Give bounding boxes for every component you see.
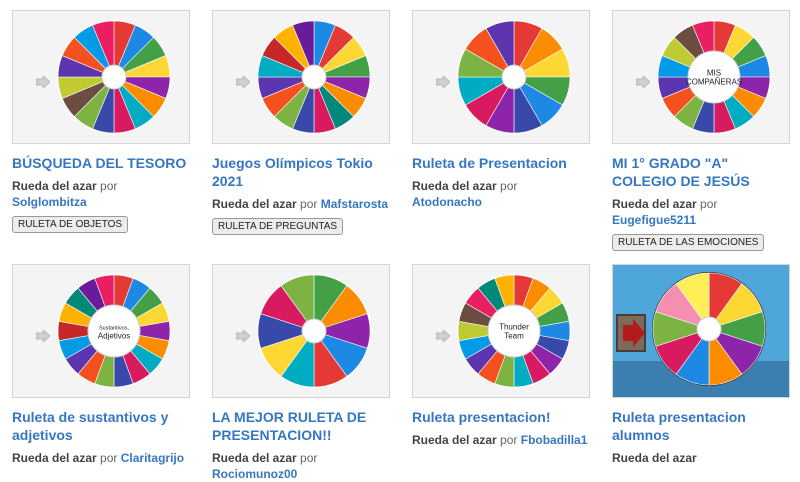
- activity-type: Rueda del azar: [212, 451, 297, 465]
- author-link[interactable]: Mafstarosta: [321, 197, 388, 211]
- wheel-hub: [301, 318, 327, 344]
- spin-wheel: [257, 20, 371, 134]
- wheel-center-label: Thunder: [499, 323, 529, 332]
- by-label: por: [100, 451, 118, 465]
- activity-type: Rueda del azar: [612, 451, 697, 465]
- card-meta: Rueda del azar por Rociomunoz00: [212, 450, 390, 482]
- wheel-card[interactable]: Juegos Olímpicos Tokio 2021 Rueda del az…: [212, 10, 390, 235]
- wheel-thumbnail[interactable]: [212, 264, 390, 398]
- by-label: por: [700, 197, 718, 211]
- wheel-thumbnail[interactable]: MIS COMPAÑERAS: [612, 10, 790, 144]
- wheel-card[interactable]: Sustantivos, Adjetivos Ruleta de sustanti…: [12, 264, 190, 466]
- category-tag[interactable]: RULETA DE PREGUNTAS: [212, 218, 344, 235]
- wheel-card[interactable]: MIS COMPAÑERAS MI 1° GRADO "A" COLEGIO DE…: [612, 10, 790, 251]
- spin-wheel: [457, 20, 571, 134]
- card-meta: Rueda del azar por Fbobadilla1: [412, 432, 590, 448]
- wheel-center-label: COMPAÑERAS: [686, 78, 742, 87]
- pointer-arrow-icon: [36, 330, 50, 342]
- card-meta: Rueda del azar por Mafstarosta: [212, 196, 390, 212]
- spin-wheel: Sustantivos,Adjetivos: [57, 274, 171, 388]
- wheel-thumbnail[interactable]: [212, 10, 390, 144]
- activity-type: Rueda del azar: [412, 433, 497, 447]
- card-title[interactable]: Ruleta presentacion alumnos: [612, 408, 790, 444]
- wheel-thumbnail[interactable]: Sustantivos, Adjetivos: [12, 264, 190, 398]
- author-link[interactable]: Eugefigue5211: [612, 213, 696, 227]
- wheel-center-label: Adjetivos: [98, 332, 130, 341]
- category-tag[interactable]: RULETA DE OBJETOS: [12, 216, 129, 233]
- activity-type: Rueda del azar: [12, 451, 97, 465]
- spin-wheel: [257, 274, 371, 388]
- card-title[interactable]: BÚSQUEDA DEL TESORO: [12, 154, 190, 172]
- activity-type: Rueda del azar: [212, 197, 297, 211]
- card-title[interactable]: Juegos Olímpicos Tokio 2021: [212, 154, 390, 190]
- card-meta: Rueda del azar por Atodonacho: [412, 178, 590, 210]
- wheel-card[interactable]: Ruleta de Presentacion Rueda del azar po…: [412, 10, 590, 210]
- card-meta: Rueda del azar por Eugefigue5211: [612, 196, 790, 228]
- pointer-arrow-icon: [236, 330, 250, 342]
- by-label: por: [500, 433, 518, 447]
- by-label: por: [100, 179, 118, 193]
- wheel-card[interactable]: Thunder Team Ruleta presentacion! Rueda d…: [412, 264, 590, 448]
- wheel-thumbnail[interactable]: [12, 10, 190, 144]
- card-title[interactable]: LA MEJOR RULETA DE PRESENTACION!!: [212, 408, 390, 444]
- activity-type: Rueda del azar: [412, 179, 497, 193]
- spin-wheel: ThunderTeam: [457, 274, 571, 388]
- wheel-hub: [501, 64, 527, 90]
- spin-wheel: [652, 272, 766, 386]
- by-label: por: [300, 197, 318, 211]
- pointer-arrow-icon: [436, 76, 450, 88]
- wheel-center-label: Team: [504, 332, 524, 341]
- spin-wheel: [57, 20, 171, 134]
- author-link[interactable]: Rociomunoz00: [212, 467, 297, 481]
- wheel-hub: [101, 64, 127, 90]
- activity-type: Rueda del azar: [612, 197, 697, 211]
- wheel-hub: [301, 64, 327, 90]
- wheel-card[interactable]: Ruleta presentacion alumnos Rueda del az…: [612, 264, 790, 466]
- pointer-arrow-icon: [236, 76, 250, 88]
- author-link[interactable]: Atodonacho: [412, 195, 482, 209]
- pointer-arrow-icon: [36, 76, 50, 88]
- card-title[interactable]: Ruleta de Presentacion: [412, 154, 590, 172]
- pointer-arrow-icon: [636, 76, 650, 88]
- author-link[interactable]: Fbobadilla1: [521, 433, 588, 447]
- card-meta: Rueda del azar por Solglombitza: [12, 178, 190, 210]
- activity-type: Rueda del azar: [12, 179, 97, 193]
- category-tag[interactable]: RULETA DE LAS EMOCIONES: [612, 234, 765, 251]
- card-title[interactable]: Ruleta presentacion!: [412, 408, 590, 426]
- wheel-thumbnail[interactable]: [612, 264, 790, 398]
- author-link[interactable]: Solglombitza: [12, 195, 87, 209]
- by-label: por: [300, 451, 318, 465]
- author-link[interactable]: Claritagrijo: [121, 451, 184, 465]
- spin-wheel: MISCOMPAÑERAS: [657, 20, 771, 134]
- wheel-thumbnail[interactable]: Thunder Team: [412, 264, 590, 398]
- pointer-arrow-icon: [436, 330, 450, 342]
- wheel-hub: [696, 316, 722, 342]
- wheel-card[interactable]: LA MEJOR RULETA DE PRESENTACION!! Rueda …: [212, 264, 390, 482]
- by-label: por: [500, 179, 518, 193]
- wheel-center-label: MIS: [707, 69, 721, 78]
- card-title[interactable]: MI 1° GRADO "A" COLEGIO DE JESÚS: [612, 154, 790, 190]
- card-title[interactable]: Ruleta de sustantivos y adjetivos: [12, 408, 190, 444]
- wheel-thumbnail[interactable]: [412, 10, 590, 144]
- wheel-card[interactable]: BÚSQUEDA DEL TESORO Rueda del azar por S…: [12, 10, 190, 233]
